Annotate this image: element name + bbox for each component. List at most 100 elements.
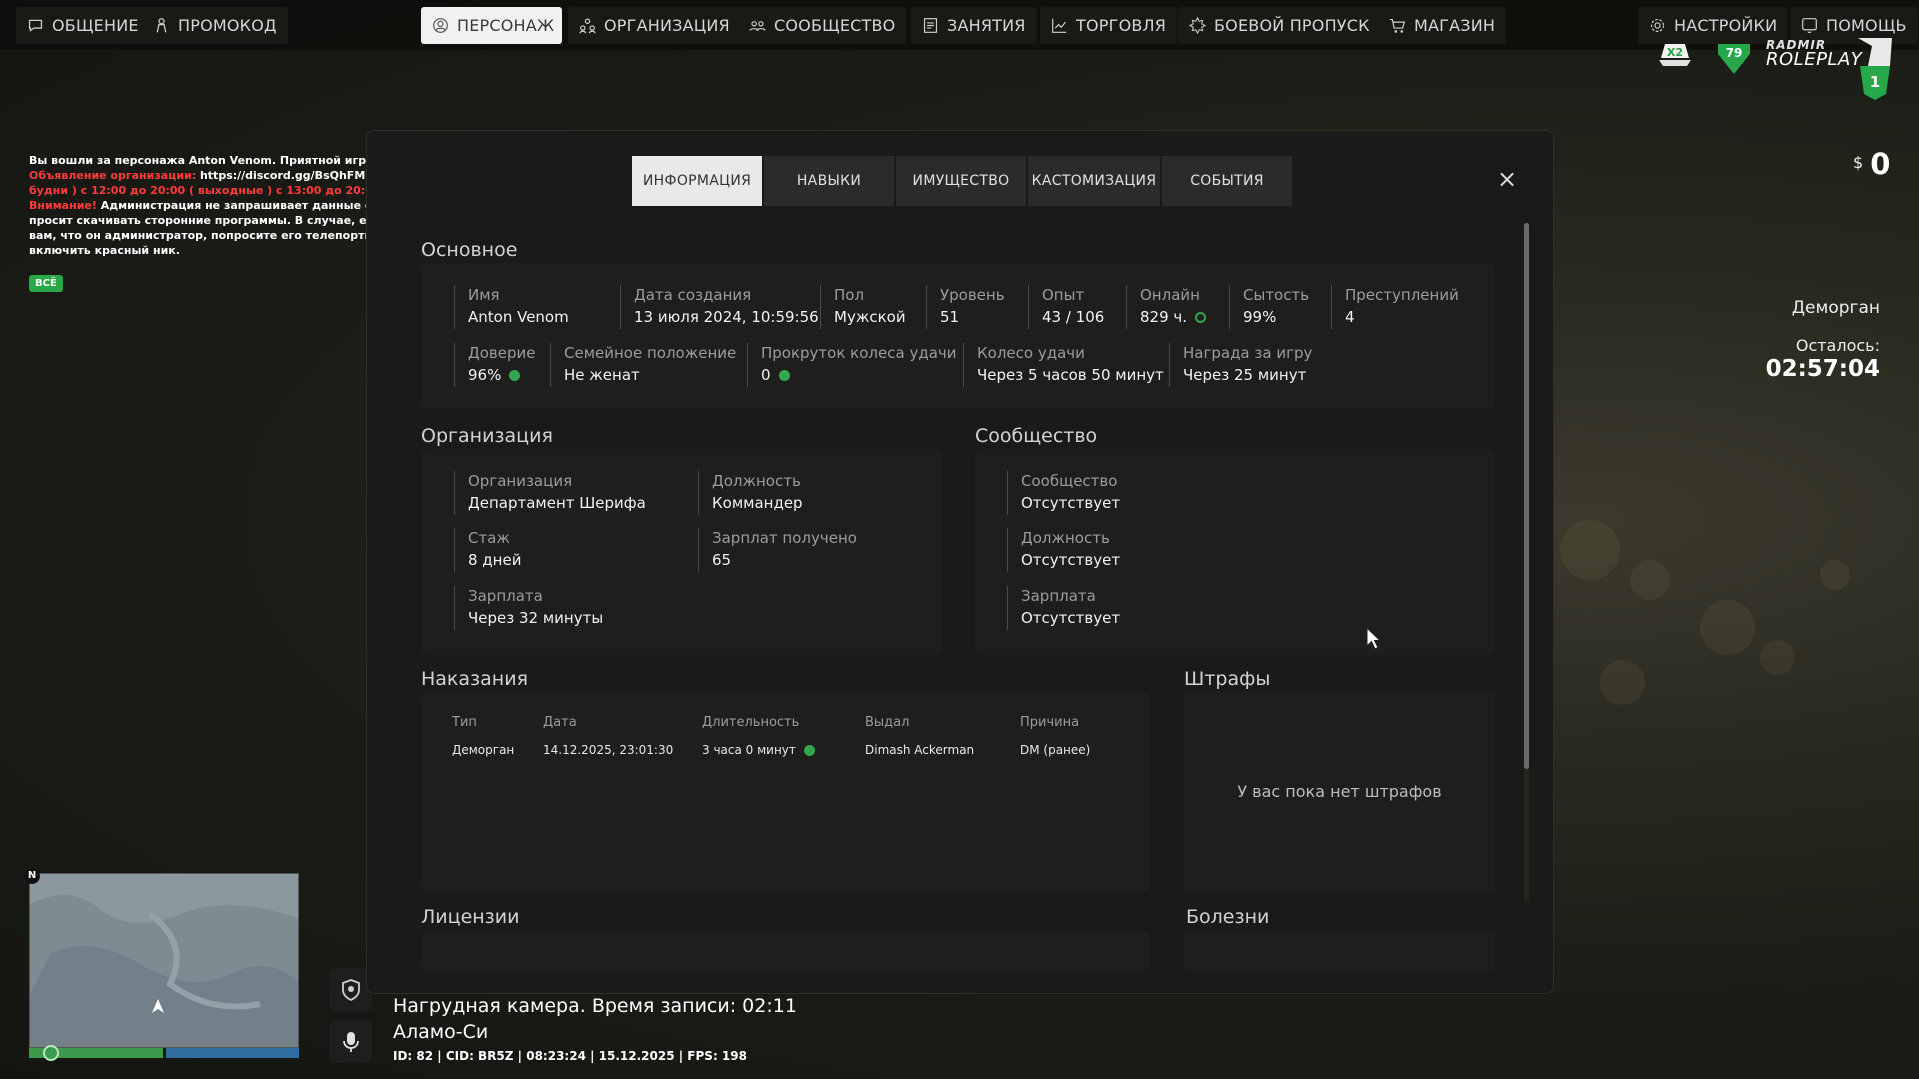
column-header: Дата (543, 715, 577, 730)
field-gender: Пол Мужской (820, 285, 906, 329)
field-value: Отсутствует (1021, 494, 1121, 512)
scrollbar[interactable] (1524, 223, 1529, 901)
tab-skills[interactable]: НАВЫКИ (764, 156, 894, 206)
bodycam-recording: Нагрудная камера. Время записи: 02:11 (393, 995, 797, 1017)
field-value: 13 июля 2024, 10:59:56 (634, 308, 819, 326)
nav-activities-label: ЗАНЯТИЯ (947, 16, 1026, 35)
jail-status-label: Деморган (1791, 298, 1880, 318)
column-header: Выдал (865, 715, 910, 730)
tab-information[interactable]: ИНФОРМАЦИЯ (632, 156, 762, 206)
field-position: Должность Коммандер (698, 471, 803, 515)
field-value: Через 5 часов 50 минут (977, 366, 1164, 384)
bodycam-info: Нагрудная камера. Время записи: 02:11 Ал… (393, 993, 797, 1063)
money-display: $ 0 (1853, 150, 1890, 179)
tab-events[interactable]: СОБЫТИЯ (1162, 156, 1292, 206)
scrollbar-thumb[interactable] (1524, 223, 1529, 769)
chat-filter-badge[interactable]: ВСЁ (29, 275, 63, 292)
field-salary: Зарплата Через 32 минуты (454, 586, 603, 630)
field-value-text: 0 (761, 366, 771, 384)
nav-battlepass[interactable]: БОЕВОЙ ПРОПУСК (1178, 7, 1381, 44)
field-label: Сообщество (1021, 472, 1118, 490)
user-icon (433, 18, 448, 33)
field-level: Уровень 51 (926, 285, 1005, 329)
field-label: Зарплата (468, 587, 543, 605)
remaining-label: Осталось: (1795, 336, 1880, 355)
info-icon[interactable] (778, 370, 790, 381)
logo-bottom-text: ROLEPLAY (1766, 49, 1863, 70)
field-label: Зарплат получено (712, 529, 857, 547)
battlepass-icon (1189, 17, 1206, 34)
chat-log: Вы вошли за персонажа Anton Venom. Прият… (29, 153, 369, 258)
field-marital-status: Семейное положение Не женат (550, 343, 736, 387)
nav-community[interactable]: СООБЩЕСТВО (738, 7, 907, 44)
help-icon (1802, 18, 1817, 33)
nav-community-label: СООБЩЕСТВО (774, 16, 896, 35)
field-value: 96% (468, 364, 535, 387)
field-created: Дата создания 13 июля 2024, 10:59:56 (620, 285, 819, 329)
nav-shop[interactable]: МАГАЗИН (1378, 7, 1507, 44)
field-trust: Доверие 96% (454, 343, 535, 387)
chat-line-text: будни ) с 12:00 до 20:00 ( выходные ) с … (29, 184, 369, 197)
field-tenure: Стаж 8 дней (454, 528, 521, 572)
chat-line: просит скачивать сторонние программы. В … (29, 213, 369, 228)
chat-line-text: просит скачивать сторонние программы. В … (29, 214, 369, 227)
field-value: Anton Venom (468, 308, 569, 326)
chat-line-prefix: Внимание! (29, 199, 101, 212)
field-value: Отсутствует (1021, 551, 1121, 569)
field-label: Пол (834, 286, 865, 304)
section-title-punishments: Наказания (421, 668, 528, 690)
nav-character[interactable]: ПЕРСОНАЖ (421, 7, 562, 44)
microphone-button[interactable] (329, 1020, 372, 1063)
cell-date: 14.12.2025, 23:01:30 (543, 743, 674, 757)
field-label: Семейное положение (564, 344, 737, 362)
close-button[interactable]: × (1496, 167, 1518, 191)
cell-duration-text: 3 часа 0 минут (702, 743, 796, 757)
field-community-position: Должность Отсутствует (1007, 528, 1120, 572)
cell-issuer: Dimash Ackerman (865, 743, 975, 757)
field-value: Департамент Шерифа (468, 494, 646, 512)
field-value: Не женат (564, 366, 640, 384)
field-value: 65 (712, 551, 732, 569)
field-value: 99% (1243, 308, 1277, 326)
info-icon[interactable] (509, 370, 521, 381)
location-name: Аламо-Си (393, 1021, 489, 1043)
armor-bar (166, 1048, 299, 1058)
modal-tabs: ИНФОРМАЦИЯ НАВЫКИ ИМУЩЕСТВО КАСТОМИЗАЦИЯ… (632, 156, 1292, 206)
info-icon[interactable] (1195, 312, 1207, 323)
chat-line-text: Вы вошли за персонажа Anton Venom. Прият… (29, 154, 369, 167)
minimap (29, 873, 299, 1048)
tab-property[interactable]: ИМУЩЕСТВО (896, 156, 1026, 206)
armor-bar-fill (166, 1048, 299, 1058)
remaining-time: 02:57:04 (1765, 356, 1880, 382)
field-label: Опыт (1042, 286, 1085, 304)
chat-line: Объявление организации: https://discord.… (29, 168, 369, 183)
fines-empty-message: У вас пока нет штрафов (1237, 782, 1442, 801)
column-header: Длительность (702, 715, 800, 730)
shield-icon (341, 978, 360, 1001)
nav-organization[interactable]: ОРГАНИЗАЦИЯ (568, 7, 741, 44)
nav-battlepass-label: БОЕВОЙ ПРОПУСК (1214, 16, 1370, 35)
nav-trade[interactable]: ТОРГОВЛЯ (1040, 7, 1178, 44)
field-organization: Организация Департамент Шерифа (454, 471, 646, 515)
top-navigation-bar: ОБЩЕНИЕ ПРОМОКОД ПЕРСОНАЖ ОРГАНИЗАЦИЯ СО… (0, 0, 1919, 50)
nav-promocode[interactable]: ПРОМОКОД (142, 7, 288, 44)
nav-chat[interactable]: ОБЩЕНИЕ (16, 7, 150, 44)
field-value-text: 96% (468, 366, 502, 384)
nav-activities[interactable]: ЗАНЯТИЯ (911, 7, 1037, 44)
chat-line-text: https://discord.gg/BsQhFMNr (199, 169, 369, 182)
field-value: Отсутствует (1021, 609, 1121, 627)
minimap-terrain (30, 874, 298, 1047)
chat-line: Вы вошли за персонажа Anton Venom. Прият… (29, 153, 369, 168)
field-experience: Опыт 43 / 106 (1028, 285, 1104, 329)
chat-line: будни ) с 12:00 до 20:00 ( выходные ) с … (29, 183, 369, 198)
info-icon[interactable] (803, 744, 815, 756)
chat-line-prefix: Объявление организации: (29, 169, 200, 182)
field-label: Дата создания (634, 286, 752, 304)
section-title-organization: Организация (421, 425, 553, 447)
diseases-card (1184, 931, 1495, 971)
tab-customization[interactable]: КАСТОМИЗАЦИЯ (1028, 156, 1160, 206)
field-crimes: Преступлений 4 (1331, 285, 1459, 329)
voice-indicator-dot (43, 1045, 59, 1061)
field-fortune-wheel: Колесо удачи Через 5 часов 50 минут (963, 343, 1164, 387)
licenses-card (421, 931, 1149, 971)
